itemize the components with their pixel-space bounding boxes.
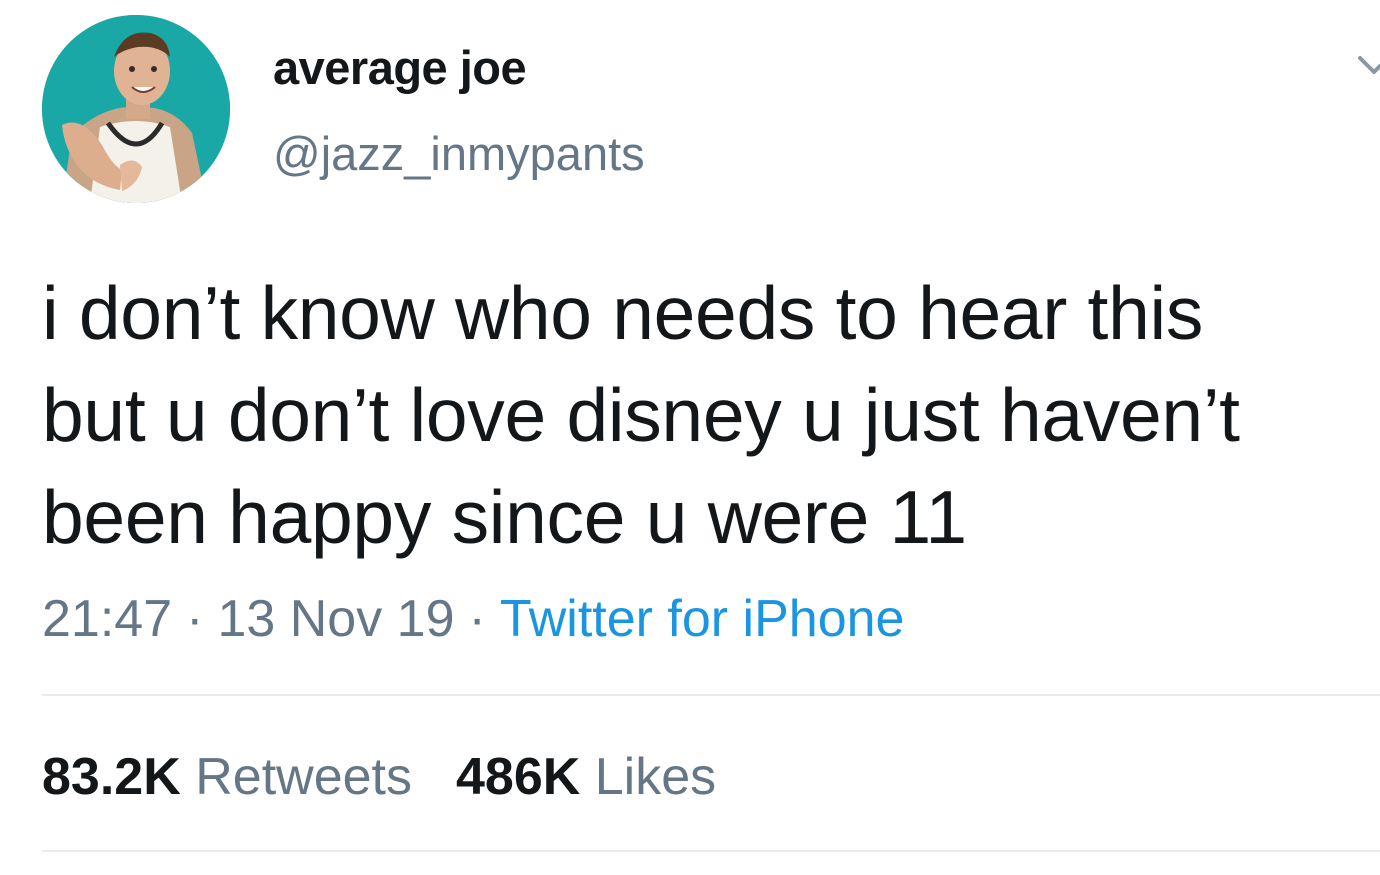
tweet-text-line: i don’t know who needs to hear this — [42, 271, 1204, 355]
likes-stat[interactable]: 486K Likes — [456, 746, 716, 808]
chevron-down-icon[interactable] — [1358, 52, 1380, 82]
tweet-source-link[interactable]: Twitter for iPhone — [500, 590, 905, 648]
tweet-card: average joe @jazz_inmypants i don’t know… — [0, 0, 1380, 875]
tweet-text-line: been happy since u were 11 — [42, 475, 967, 559]
profile-photo-icon — [42, 15, 230, 203]
tweet-date[interactable]: 13 Nov 19 — [217, 590, 454, 648]
display-name[interactable]: average joe — [273, 40, 527, 96]
retweets-count: 83.2K — [42, 748, 181, 806]
tweet-text-line: but u don’t love disney u just haven’t — [42, 373, 1240, 457]
tweet-meta: 21:47 · 13 Nov 19 · Twitter for iPhone — [42, 588, 904, 650]
meta-separator: · — [186, 590, 204, 648]
likes-label: Likes — [594, 748, 717, 806]
divider — [42, 694, 1380, 696]
retweets-stat[interactable]: 83.2K Retweets — [42, 746, 412, 808]
tweet-time[interactable]: 21:47 — [42, 590, 172, 648]
divider — [42, 850, 1380, 852]
retweets-label: Retweets — [195, 748, 412, 806]
user-handle[interactable]: @jazz_inmypants — [273, 126, 645, 182]
avatar[interactable] — [42, 15, 230, 203]
tweet-text: i don’t know who needs to hear this but … — [42, 262, 1372, 568]
tweet-stats: 83.2K Retweets 486K Likes — [42, 746, 716, 808]
meta-separator: · — [468, 590, 486, 648]
likes-count: 486K — [455, 748, 581, 806]
